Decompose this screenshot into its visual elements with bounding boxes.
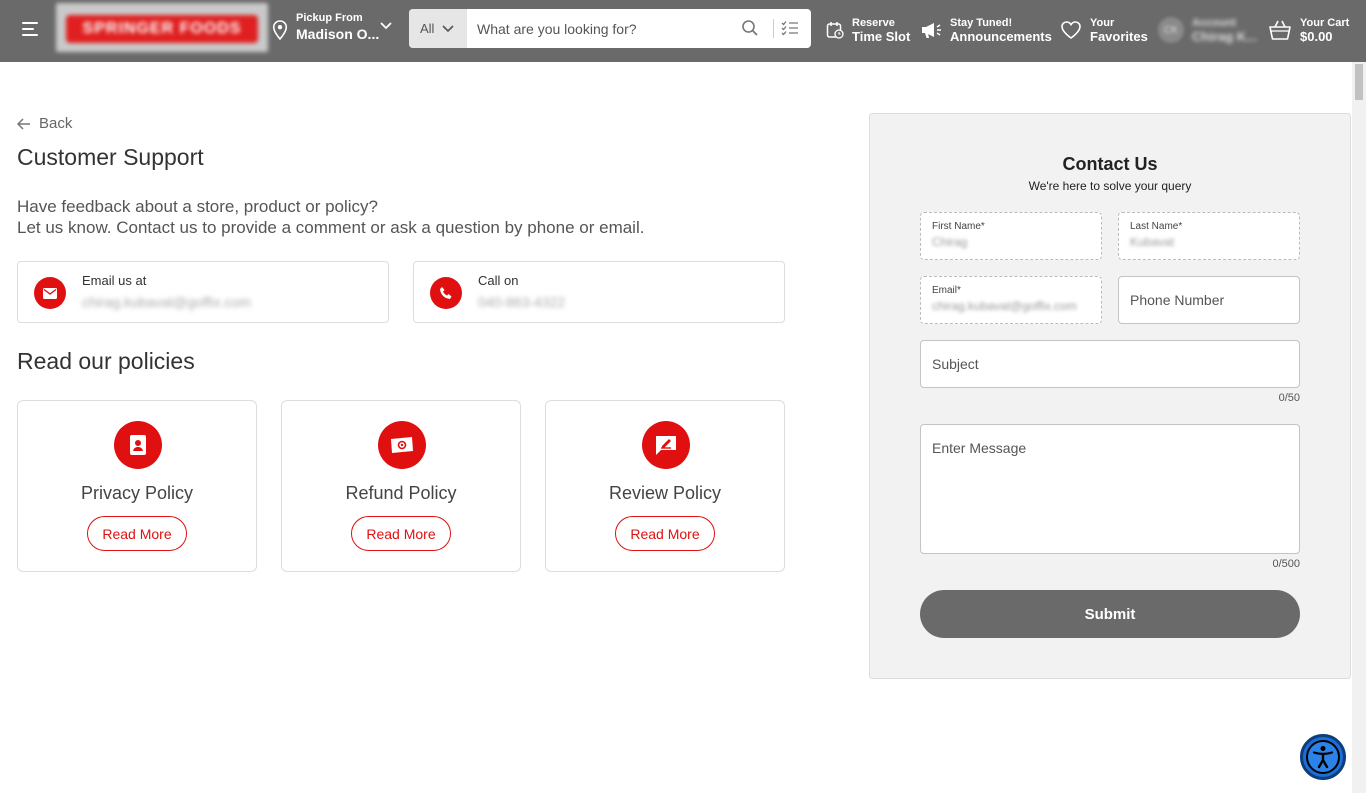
phone-icon bbox=[430, 277, 462, 309]
contact-form-title: Contact Us bbox=[1062, 154, 1158, 174]
contact-form-panel: Contact Us We're here to solve your quer… bbox=[869, 113, 1351, 679]
favorites-sublabel: Favorites bbox=[1090, 29, 1148, 44]
mail-icon bbox=[34, 277, 66, 309]
phone-number-input[interactable] bbox=[1119, 277, 1299, 323]
pickup-store-selector[interactable]: Pickup From Madison O... bbox=[272, 10, 402, 50]
heart-icon bbox=[1061, 21, 1081, 39]
intro-line-1: Have feedback about a store, product or … bbox=[17, 197, 378, 216]
chevron-down-icon bbox=[380, 22, 392, 30]
email-field-value: chirag.kubavat@goffix.com bbox=[932, 299, 1077, 313]
search-category-select[interactable]: All bbox=[409, 9, 467, 48]
last-name-value: Kubavat bbox=[1130, 235, 1175, 249]
policy-name: Privacy Policy bbox=[80, 483, 194, 503]
policy-name: Review Policy bbox=[608, 483, 722, 503]
email-contact-card[interactable]: Email us at chirag.kubavat@goffix.com bbox=[17, 261, 389, 323]
pickup-label: Pickup From bbox=[296, 12, 363, 24]
message-field bbox=[920, 424, 1300, 554]
review-edit-icon bbox=[642, 421, 690, 469]
refund-policy-card: Refund Policy Read More bbox=[281, 400, 521, 572]
subject-field bbox=[920, 340, 1300, 388]
account-label: Account bbox=[1192, 17, 1236, 29]
favorites-label: Your bbox=[1090, 17, 1115, 29]
basket-icon bbox=[1269, 20, 1291, 40]
review-policy-card: Review Policy Read More bbox=[545, 400, 785, 572]
intro-text: Have feedback about a store, product or … bbox=[17, 196, 644, 238]
policies-heading: Read our policies bbox=[17, 348, 195, 374]
page-scrollbar[interactable] bbox=[1352, 62, 1366, 793]
phone-number-field bbox=[1118, 276, 1300, 324]
intro-line-2: Let us know. Contact us to provide a com… bbox=[17, 218, 645, 237]
favorites-link[interactable]: Your Favorites bbox=[1060, 12, 1148, 48]
last-name-field[interactable]: Last Name* Kubavat bbox=[1118, 212, 1300, 260]
search-bar: All bbox=[409, 9, 811, 48]
search-divider bbox=[773, 19, 774, 38]
shopping-list-icon[interactable] bbox=[781, 20, 799, 36]
back-label: Back bbox=[39, 115, 73, 132]
location-pin-icon bbox=[272, 20, 288, 40]
last-name-label: Last Name* bbox=[1130, 221, 1183, 232]
megaphone-icon bbox=[922, 23, 941, 38]
message-char-counter: 0/500 bbox=[1272, 558, 1300, 570]
arrow-left-icon bbox=[17, 117, 30, 130]
submit-button[interactable]: Submit bbox=[920, 590, 1300, 638]
first-name-label: First Name* bbox=[932, 221, 985, 232]
email-label: Email us at bbox=[82, 273, 147, 288]
privacy-policy-card: Privacy Policy Read More bbox=[17, 400, 257, 572]
pickup-store-name: Madison O... bbox=[296, 26, 380, 42]
money-bill-icon bbox=[378, 421, 426, 469]
reserve-time-slot[interactable]: Reserve Time Slot bbox=[826, 12, 910, 48]
cart-total: $0.00 bbox=[1300, 29, 1333, 44]
subject-char-counter: 0/50 bbox=[1278, 392, 1300, 404]
phone-label: Call on bbox=[478, 273, 519, 288]
email-field-label: Email* bbox=[932, 285, 961, 296]
email-field[interactable]: Email* chirag.kubavat@goffix.com bbox=[920, 276, 1102, 324]
first-name-value: Chirag bbox=[932, 235, 968, 249]
announcements-sublabel: Announcements bbox=[950, 29, 1052, 44]
announcements-label: Stay Tuned! bbox=[950, 17, 1013, 29]
accessibility-icon bbox=[1306, 740, 1340, 774]
search-icon[interactable] bbox=[741, 19, 759, 37]
search-input[interactable] bbox=[469, 9, 739, 48]
first-name-field[interactable]: First Name* Chirag bbox=[920, 212, 1102, 260]
email-value[interactable]: chirag.kubavat@goffix.com bbox=[82, 294, 251, 310]
phone-value[interactable]: 040-863-4322 bbox=[478, 294, 565, 310]
menu-icon[interactable] bbox=[22, 18, 46, 40]
phone-contact-card[interactable]: Call on 040-863-4322 bbox=[413, 261, 785, 323]
avatar: CK bbox=[1158, 17, 1184, 43]
reserve-sublabel: Time Slot bbox=[852, 29, 911, 44]
chevron-down-icon bbox=[442, 24, 455, 32]
cart-link[interactable]: Your Cart $0.00 bbox=[1268, 12, 1349, 48]
message-textarea[interactable] bbox=[921, 425, 1299, 553]
policy-name: Refund Policy bbox=[345, 483, 457, 503]
calendar-clock-icon bbox=[826, 22, 844, 39]
account-name: Chirag K... bbox=[1192, 29, 1258, 44]
accessibility-widget-button[interactable] bbox=[1300, 734, 1346, 780]
contact-form-subtitle: We're here to solve your query bbox=[1028, 179, 1192, 193]
search-category-label: All bbox=[420, 21, 435, 36]
announcements-link[interactable]: Stay Tuned! Announcements bbox=[920, 12, 1052, 48]
cart-label: Your Cart bbox=[1300, 17, 1350, 29]
scrollbar-thumb[interactable] bbox=[1355, 64, 1363, 100]
privacy-read-more-button[interactable]: Read More bbox=[87, 516, 187, 551]
reserve-label: Reserve bbox=[852, 17, 895, 29]
page-title: Customer Support bbox=[17, 144, 204, 170]
refund-read-more-button[interactable]: Read More bbox=[351, 516, 451, 551]
review-read-more-button[interactable]: Read More bbox=[615, 516, 715, 551]
back-link[interactable]: Back bbox=[17, 115, 72, 132]
store-logo[interactable]: SPRINGER FOODS bbox=[56, 3, 268, 52]
top-header: SPRINGER FOODS Pickup From Madison O... … bbox=[0, 0, 1366, 62]
id-badge-icon bbox=[114, 421, 162, 469]
subject-input[interactable] bbox=[921, 341, 1299, 387]
account-menu[interactable]: CK Account Chirag K... bbox=[1158, 12, 1257, 48]
